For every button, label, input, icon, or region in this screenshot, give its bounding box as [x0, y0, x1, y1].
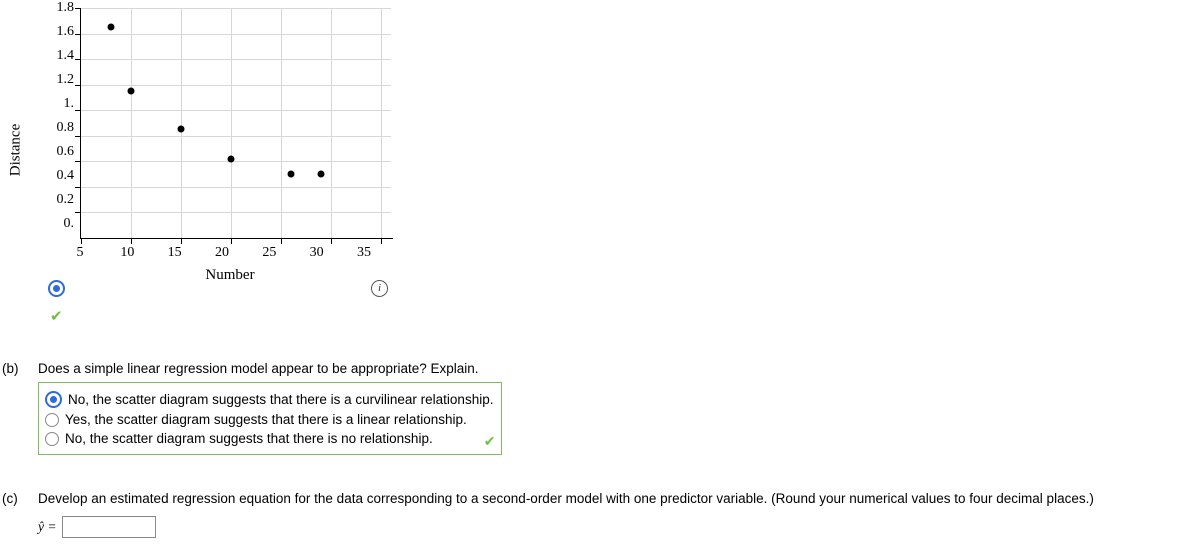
question-c-prompt: Develop an estimated regression equation… [38, 491, 1094, 506]
option-b-2[interactable]: No, the scatter diagram suggests that th… [45, 429, 493, 448]
data-point [318, 171, 325, 178]
question-b-prompt: Does a simple linear regression model ap… [38, 361, 502, 376]
checkmark-icon: ✔ [484, 433, 496, 450]
data-point [228, 155, 235, 162]
radio-icon [45, 391, 62, 408]
question-c-label: (c) [0, 491, 38, 506]
radio-icon [45, 413, 59, 427]
question-b-options: No, the scatter diagram suggests that th… [38, 382, 502, 455]
question-b-label: (b) [0, 361, 38, 376]
plot-area [80, 8, 381, 239]
checkmark-icon: ✔ [50, 307, 1200, 325]
data-point [108, 24, 115, 31]
option-b-1[interactable]: Yes, the scatter diagram suggests that t… [45, 410, 493, 429]
data-point [128, 88, 135, 95]
data-point [288, 171, 295, 178]
y-tick-labels: 1.81.61.41.21.0.80.60.40.20. [48, 1, 80, 231]
radio-icon [45, 432, 59, 446]
y-axis-label: Distance [8, 124, 25, 176]
option-b-0[interactable]: No, the scatter diagram suggests that th… [45, 389, 493, 410]
scatter-plot: Distance 1.81.61.41.21.0.80.60.40.20. 51… [48, 8, 408, 292]
yhat-label: ŷ = [38, 519, 56, 535]
question-c: (c) Develop an estimated regression equa… [0, 491, 1200, 538]
x-tick-labels: 5101520253035 [72, 239, 372, 261]
x-axis-label: Number [80, 261, 380, 284]
regression-equation-input[interactable] [62, 516, 156, 538]
data-point [178, 126, 185, 133]
question-b: (b) Does a simple linear regression mode… [0, 361, 1200, 455]
